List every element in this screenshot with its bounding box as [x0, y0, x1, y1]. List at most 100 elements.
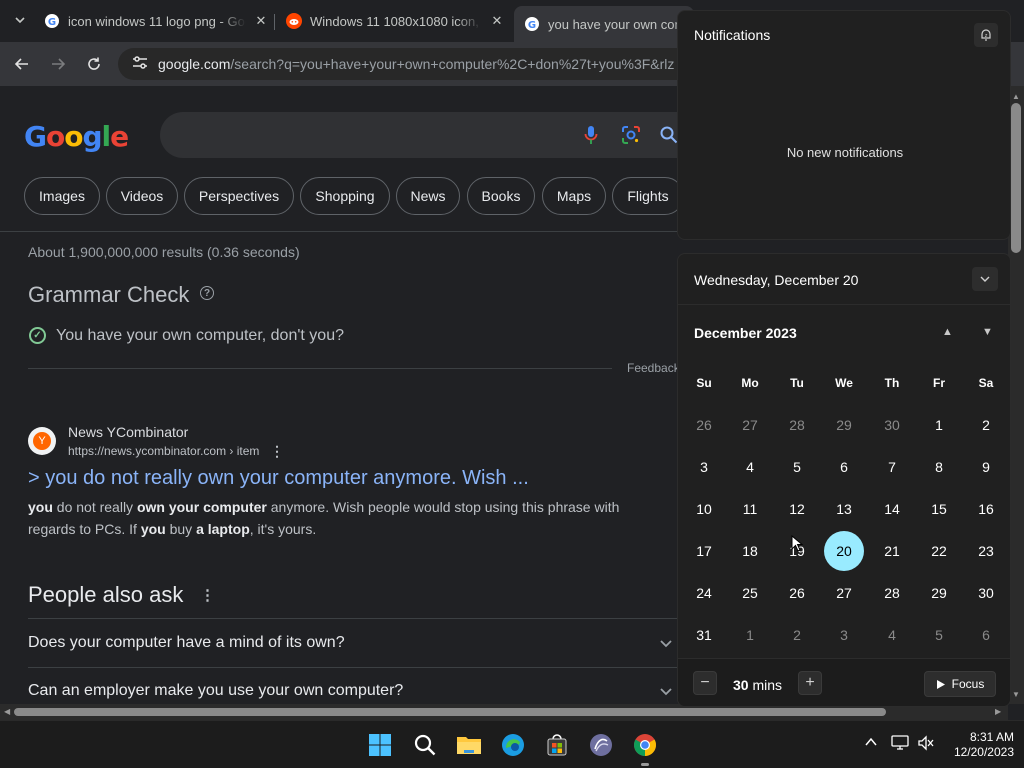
calendar-day[interactable]: 14 — [872, 489, 912, 529]
help-icon[interactable]: ? — [200, 286, 214, 300]
close-tab-icon[interactable]: ✕ — [488, 13, 506, 29]
chevron-down-icon[interactable] — [660, 685, 672, 699]
calendar-day[interactable]: 18 — [730, 531, 770, 571]
calendar-day[interactable]: 21 — [872, 531, 912, 571]
scroll-right-icon[interactable]: ▶ — [995, 707, 1001, 716]
calendar-day[interactable]: 4 — [872, 615, 912, 655]
calendar-day[interactable]: 1 — [919, 405, 959, 445]
more-options-icon[interactable]: ⋮ — [200, 586, 215, 604]
calendar-day[interactable]: 12 — [777, 489, 817, 529]
tab-1[interactable]: G icon windows 11 logo png - Google Sear… — [44, 6, 270, 36]
result-site-name[interactable]: News YCombinator — [68, 424, 188, 440]
calendar-day[interactable]: 2 — [777, 615, 817, 655]
calendar-day[interactable]: 2 — [966, 405, 1006, 445]
chip-books[interactable]: Books — [467, 177, 535, 215]
calendar-day[interactable]: 5 — [777, 447, 817, 487]
calendar-day[interactable]: 24 — [684, 573, 724, 613]
search-input[interactable] — [160, 112, 700, 158]
result-url[interactable]: https://news.ycombinator.com › item — [68, 444, 259, 458]
calendar-day[interactable]: 8 — [919, 447, 959, 487]
close-tab-icon[interactable]: ✕ — [252, 13, 270, 29]
feedback-link[interactable]: Feedback — [627, 361, 680, 375]
lens-icon[interactable] — [620, 124, 642, 146]
scroll-up-icon[interactable]: ▲ — [1012, 92, 1020, 101]
calendar-day[interactable]: 28 — [777, 405, 817, 445]
calendar-day[interactable]: 26 — [684, 405, 724, 445]
calendar-month-label[interactable]: December 2023 — [694, 325, 797, 341]
microphone-icon[interactable] — [580, 124, 602, 146]
collapse-calendar-button[interactable] — [972, 267, 998, 291]
start-focus-button[interactable]: Focus — [924, 671, 996, 697]
calendar-day[interactable]: 4 — [730, 447, 770, 487]
do-not-disturb-button[interactable]: z — [974, 23, 998, 47]
calendar-day[interactable]: 1 — [730, 615, 770, 655]
search-icon[interactable] — [408, 729, 442, 761]
calendar-day[interactable]: 11 — [730, 489, 770, 529]
chip-maps[interactable]: Maps — [542, 177, 606, 215]
chip-perspectives[interactable]: Perspectives — [184, 177, 294, 215]
previous-month-icon[interactable]: ▲ — [942, 326, 953, 338]
paa-question[interactable]: Does your computer have a mind of its ow… — [28, 634, 345, 652]
calendar-day[interactable]: 27 — [730, 405, 770, 445]
chrome-icon[interactable] — [628, 729, 662, 761]
chip-flights[interactable]: Flights — [612, 177, 684, 215]
calendar-day[interactable]: 15 — [919, 489, 959, 529]
site-info-icon[interactable] — [126, 55, 154, 73]
calendar-day[interactable]: 30 — [872, 405, 912, 445]
calendar-day[interactable]: 7 — [872, 447, 912, 487]
calendar-day[interactable]: 28 — [872, 573, 912, 613]
horizontal-scroll-thumb[interactable] — [14, 708, 886, 716]
windows-start-icon[interactable] — [363, 729, 397, 761]
calendar-day[interactable]: 27 — [824, 573, 864, 613]
calendar-day[interactable]: 10 — [684, 489, 724, 529]
store-icon[interactable] — [540, 729, 574, 761]
more-options-icon[interactable]: ⋮ — [270, 443, 284, 460]
calendar-day[interactable]: 29 — [919, 573, 959, 613]
calendar-day-today[interactable]: 20 — [824, 531, 864, 571]
chip-news[interactable]: News — [396, 177, 460, 215]
chip-shopping[interactable]: Shopping — [300, 177, 390, 215]
calendar-day[interactable]: 17 — [684, 531, 724, 571]
calendar-day[interactable]: 29 — [824, 405, 864, 445]
calendar-day[interactable]: 5 — [919, 615, 959, 655]
increase-minutes-button[interactable]: + — [798, 671, 822, 695]
forward-button[interactable] — [44, 50, 72, 78]
scroll-down-icon[interactable]: ▼ — [1012, 690, 1020, 699]
app-icon[interactable] — [584, 729, 618, 761]
google-logo[interactable]: Google — [24, 120, 129, 153]
decrease-minutes-button[interactable]: − — [693, 671, 717, 695]
show-hidden-icons-icon[interactable] — [864, 735, 878, 752]
scroll-left-icon[interactable]: ◀ — [4, 707, 10, 716]
calendar-day[interactable]: 26 — [777, 573, 817, 613]
paa-question[interactable]: Can an employer make you use your own co… — [28, 682, 403, 700]
edge-icon[interactable] — [496, 729, 530, 761]
chip-images[interactable]: Images — [24, 177, 100, 215]
reload-button[interactable] — [80, 50, 108, 78]
file-explorer-icon[interactable] — [452, 729, 486, 761]
chevron-down-icon[interactable] — [660, 637, 672, 651]
tab-2[interactable]: Windows 11 1080x1080 icon, for ✕ — [286, 6, 506, 36]
calendar-day[interactable]: 31 — [684, 615, 724, 655]
calendar-day[interactable]: 6 — [824, 447, 864, 487]
tab-3-active[interactable]: G you have your own computer, don't you?… — [514, 6, 694, 42]
back-button[interactable] — [8, 50, 36, 78]
calendar-day[interactable]: 3 — [684, 447, 724, 487]
calendar-day[interactable]: 22 — [919, 531, 959, 571]
calendar-day[interactable]: 3 — [824, 615, 864, 655]
result-title-link[interactable]: > you do not really own your computer an… — [28, 467, 529, 490]
volume-muted-icon[interactable] — [917, 735, 935, 754]
address-bar[interactable]: google.com/search?q=you+have+your+own+co… — [118, 48, 738, 80]
calendar-day[interactable]: 16 — [966, 489, 1006, 529]
next-month-icon[interactable]: ▼ — [982, 326, 993, 338]
chip-videos[interactable]: Videos — [106, 177, 178, 215]
tab-search-button[interactable] — [8, 8, 32, 32]
calendar-day[interactable]: 30 — [966, 573, 1006, 613]
vertical-scroll-thumb[interactable] — [1011, 103, 1021, 253]
calendar-day[interactable]: 23 — [966, 531, 1006, 571]
taskbar-clock[interactable]: 8:31 AM 12/20/2023 — [944, 730, 1014, 760]
calendar-day[interactable]: 9 — [966, 447, 1006, 487]
calendar-day[interactable]: 13 — [824, 489, 864, 529]
calendar-day[interactable]: 6 — [966, 615, 1006, 655]
calendar-day[interactable]: 25 — [730, 573, 770, 613]
network-icon[interactable] — [891, 735, 909, 754]
